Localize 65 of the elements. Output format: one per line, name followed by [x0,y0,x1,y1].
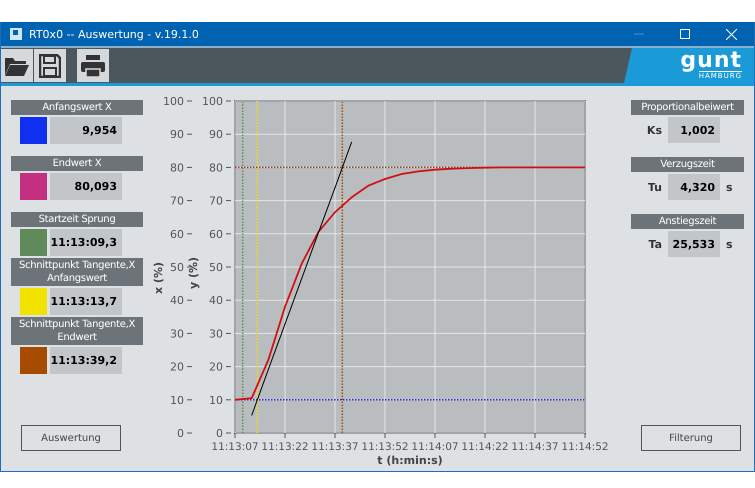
axis-tick-label: 30 [209,327,223,340]
symbol-label: Ks [646,124,663,136]
axis-tick-label: 50 [209,261,223,274]
value-display: 1,002 [668,117,720,143]
axis-tick-label: 40 [170,294,184,308]
field-label: Anstiegszeit [631,214,744,229]
axis-tick-label: 50 [170,261,184,274]
axis-title: t (h:min:s) [377,454,443,467]
axis-tick-label: 10 [170,394,184,407]
axis-tick-label: 100 [202,95,223,108]
filter-button[interactable]: Filterung [641,425,741,451]
symbol-label: Tu [646,180,663,194]
field-label: Schnittpunkt Tangente,X Anfangswert [11,258,143,286]
axis-title: x (%) [152,262,165,294]
axis-tick-label: 70 [209,194,223,208]
axis-tick-label: 20 [170,360,184,374]
save-button[interactable] [34,49,66,82]
axis-tick-label: 11:13:07 [211,441,259,453]
axis-tick-label: 11:14:52 [561,441,609,453]
value-display: 11:13:39,2 [50,347,122,374]
minimize-icon [634,33,644,35]
unit-label: s [726,238,733,250]
axis-tick-label: 80 [170,161,184,174]
axis-tick-label: 10 [209,394,223,407]
field-label: Startzeit Sprung [11,212,143,227]
value-display: 80,093 [50,173,122,200]
maximize-icon [680,29,690,39]
print-button[interactable] [77,49,109,82]
axis-tick-label: 70 [170,194,184,208]
unit-label: s [726,180,733,194]
axis-title: y (%) [187,256,200,290]
axis-tick-label: 90 [170,128,184,142]
field-label: Endwert X [11,156,143,171]
axis-tick-label: 11:13:52 [361,441,409,453]
axis-tick-label: 11:13:37 [311,441,359,453]
axis-tick-label: 60 [209,228,223,241]
axis-tick-label: 11:13:22 [261,441,309,453]
value-display: 25,533 [668,231,720,257]
value-display: 9,954 [50,117,122,144]
value-display: 11:13:09,3 [50,229,122,256]
axis-tick-label: 80 [209,161,223,174]
axis-tick-label: 11:14:37 [511,441,559,453]
close-icon [726,28,736,40]
axis-tick-label: 100 [163,95,184,108]
axis-tick-label: 90 [209,128,223,142]
axis-tick-label: 20 [209,360,223,374]
field-label: Verzugszeit [631,157,744,172]
axis-tick-label: 0 [177,427,184,440]
axis-tick-label: 11:14:07 [411,441,459,453]
axis-tick-label: 0 [216,427,223,440]
open-folder-button[interactable] [1,49,33,82]
value-display: 4,320 [668,174,720,200]
axis-tick-label: 40 [209,294,223,308]
window-title: RT0x0 -- Auswertung - v.19.1.0 [29,28,200,40]
axis-tick-label: 30 [170,327,184,340]
printer-icon [80,54,106,78]
value-display: 11:13:13,7 [50,288,122,315]
evaluate-button[interactable]: Auswertung [21,425,121,451]
field-label: Schnittpunkt Tangente,X Endwert [11,317,143,345]
field-label: Proportionalbeiwert [631,100,744,115]
axis-tick-label: 60 [170,228,184,241]
field-label: Anfangswert X [11,100,143,115]
symbol-label: Ta [647,238,663,250]
axis-tick-label: 11:14:22 [461,441,509,453]
app-icon [10,28,22,40]
